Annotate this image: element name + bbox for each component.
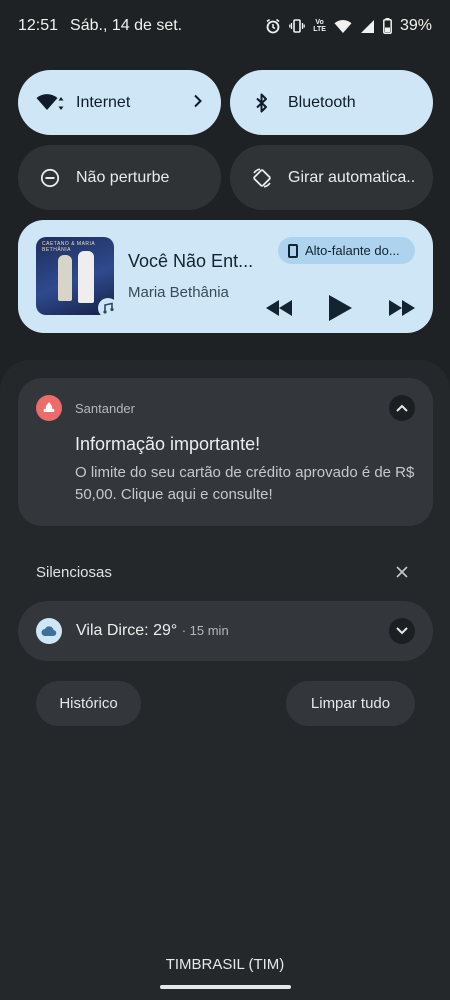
chevron-right-icon (193, 92, 203, 113)
bluetooth-icon (248, 91, 276, 115)
weather-text: Vila Dirce: 29° · 15 min (76, 622, 229, 640)
tile-do-not-disturb[interactable]: Não perturbe (18, 145, 221, 210)
next-button[interactable] (387, 296, 417, 320)
tile-auto-rotate[interactable]: Girar automatica.. (230, 145, 433, 210)
wifi-icon (36, 91, 64, 115)
quick-settings: Internet Bluetooth Não perturbe Girar au… (18, 70, 433, 210)
battery-icon (383, 18, 392, 34)
volte-icon: Vo LTE (313, 19, 326, 33)
output-device-chip[interactable]: Alto-falante do... (278, 237, 415, 264)
tile-internet[interactable]: Internet (18, 70, 221, 135)
auto-rotate-icon (248, 166, 276, 190)
status-time: 12:51 (18, 17, 59, 34)
expand-button[interactable] (389, 618, 415, 644)
tile-bluetooth[interactable]: Bluetooth (230, 70, 433, 135)
notification-title: Informação importante! (75, 434, 261, 454)
media-artist: Maria Bethânia (128, 284, 229, 301)
collapse-button[interactable] (389, 395, 415, 421)
status-bar: 12:51 Sáb., 14 de set. Vo LTE 39% (0, 0, 450, 52)
tile-label: Internet (76, 93, 131, 111)
alarm-icon (265, 18, 281, 34)
status-icons: Vo LTE 39% (265, 17, 432, 35)
weather-summary: Vila Dirce: 29° (76, 622, 178, 639)
music-app-icon (98, 298, 118, 318)
weather-notification[interactable]: Vila Dirce: 29° · 15 min (18, 601, 433, 661)
close-icon (396, 566, 408, 578)
carrier-label: TIMBRASIL (TIM) (165, 956, 285, 973)
cloud-icon (36, 618, 62, 644)
notification-card[interactable]: Santander Informação importante! O limit… (18, 378, 433, 526)
media-player[interactable]: CAETANO & MARIA BETHÂNIA Você Não Ent...… (18, 220, 433, 333)
next-icon (389, 300, 415, 316)
home-indicator[interactable] (160, 985, 291, 989)
album-art-text: CAETANO & MARIA BETHÂNIA (42, 241, 95, 253)
tile-label: Bluetooth (288, 93, 356, 111)
notification-body: O limite do seu cartão de crédito aprova… (75, 464, 415, 503)
volte-badge-top: Vo (315, 19, 324, 26)
clear-all-button[interactable]: Limpar tudo (286, 681, 415, 726)
tile-label: Girar automatica.. (288, 168, 415, 186)
play-button[interactable] (325, 295, 355, 321)
battery-percent: 39% (399, 17, 432, 34)
notification-app-name: Santander (75, 401, 135, 416)
chevron-down-icon (396, 627, 408, 635)
phone-icon (288, 243, 298, 258)
weather-time: · 15 min (181, 623, 229, 638)
output-device-label: Alto-falante do... (305, 243, 400, 258)
do-not-disturb-icon (36, 166, 64, 190)
previous-button[interactable] (264, 296, 294, 320)
media-title: Você Não Ent... (128, 251, 254, 271)
volte-badge-bottom: LTE (313, 26, 326, 33)
close-silent-button[interactable] (392, 562, 412, 582)
vibrate-icon (289, 18, 306, 34)
silent-section-label: Silenciosas (36, 564, 112, 581)
wifi-icon (334, 19, 352, 34)
status-date: Sáb., 14 de set. (70, 17, 183, 34)
tile-label: Não perturbe (76, 168, 170, 186)
chevron-up-icon (396, 404, 408, 412)
signal-icon (360, 19, 375, 34)
history-button[interactable]: Histórico (36, 681, 141, 726)
play-icon (329, 295, 352, 321)
santander-logo-icon (36, 395, 62, 421)
previous-icon (266, 300, 292, 316)
